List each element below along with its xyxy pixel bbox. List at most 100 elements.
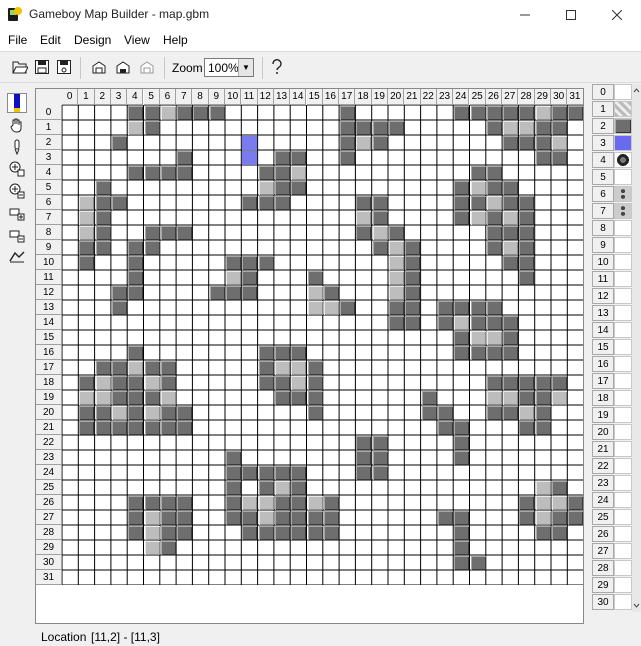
map-tile[interactable] <box>486 316 502 330</box>
map-tile[interactable] <box>291 346 307 360</box>
map-tile[interactable] <box>340 136 356 150</box>
map-tile[interactable] <box>535 391 551 405</box>
map-tile[interactable] <box>291 466 307 480</box>
map-tile[interactable] <box>177 421 193 435</box>
delete-row-icon[interactable] <box>7 225 27 245</box>
map-tile[interactable] <box>519 406 535 420</box>
map-tile[interactable] <box>535 121 551 135</box>
map-grid[interactable] <box>62 105 583 585</box>
map-tile[interactable] <box>503 316 519 330</box>
map-canvas[interactable]: 0 1 2 3 4 5 6 7 8 9 10 11 12 13 14 15 16 17 18 19 20 21 22 23 24… <box>35 88 584 624</box>
map-tile[interactable] <box>258 466 274 480</box>
map-tile[interactable] <box>552 376 567 390</box>
map-tile[interactable] <box>519 256 535 270</box>
map-tile[interactable] <box>144 376 160 390</box>
map-tile[interactable] <box>177 226 193 240</box>
map-tile[interactable] <box>356 451 372 465</box>
map-tile[interactable] <box>519 391 535 405</box>
palette-row[interactable]: 20 <box>592 424 632 440</box>
map-tile[interactable] <box>323 301 339 315</box>
map-tile[interactable] <box>111 301 127 315</box>
map-tile[interactable] <box>421 406 437 420</box>
map-tile[interactable] <box>552 526 567 540</box>
map-tile[interactable] <box>307 376 323 390</box>
paste-tile-icon[interactable] <box>90 58 108 76</box>
map-tile[interactable] <box>258 376 274 390</box>
map-tile[interactable] <box>454 181 470 195</box>
map-tile[interactable] <box>519 106 535 120</box>
palette-tile-empty[interactable] <box>614 288 632 304</box>
map-tile[interactable] <box>519 496 535 510</box>
map-tile[interactable] <box>128 391 144 405</box>
map-tile[interactable] <box>160 106 176 120</box>
map-tile[interactable] <box>356 211 372 225</box>
map-tile[interactable] <box>372 196 388 210</box>
map-tile[interactable] <box>274 151 290 165</box>
map-tile[interactable] <box>160 541 176 555</box>
map-tile[interactable] <box>519 421 535 435</box>
map-tile[interactable] <box>470 196 486 210</box>
map-tile[interactable] <box>307 406 323 420</box>
palette-row[interactable]: 24 <box>592 492 632 508</box>
map-tile[interactable] <box>356 136 372 150</box>
palette-row[interactable]: 28 <box>592 560 632 576</box>
map-tile[interactable] <box>144 361 160 375</box>
map-tile[interactable] <box>535 511 551 525</box>
map-tile[interactable] <box>486 181 502 195</box>
map-tile[interactable] <box>454 211 470 225</box>
map-tile[interactable] <box>470 331 486 345</box>
map-tile[interactable] <box>535 376 551 390</box>
palette-row[interactable]: 21 <box>592 441 632 457</box>
map-tile[interactable] <box>79 211 95 225</box>
map-tile[interactable] <box>437 421 453 435</box>
help-icon[interactable] <box>268 58 286 76</box>
map-tile[interactable] <box>111 196 127 210</box>
minimize-icon[interactable] <box>502 0 548 30</box>
map-tile[interactable] <box>552 106 567 120</box>
map-tile[interactable] <box>144 106 160 120</box>
map-tile[interactable] <box>372 241 388 255</box>
palette-row[interactable]: 0 <box>592 84 632 100</box>
map-tile[interactable] <box>160 421 176 435</box>
map-tile[interactable] <box>144 511 160 525</box>
map-tile[interactable] <box>128 271 144 285</box>
map-tile[interactable] <box>226 451 241 465</box>
map-tile[interactable] <box>128 526 144 540</box>
map-tile[interactable] <box>160 526 176 540</box>
save-as-icon[interactable] <box>55 58 73 76</box>
map-tile[interactable] <box>274 376 290 390</box>
map-tile[interactable] <box>291 481 307 495</box>
map-tile[interactable] <box>470 106 486 120</box>
map-tile[interactable] <box>454 106 470 120</box>
map-tile[interactable] <box>111 406 127 420</box>
map-tile[interactable] <box>160 361 176 375</box>
menu-help[interactable]: Help <box>163 33 188 47</box>
map-tile[interactable] <box>323 496 339 510</box>
map-tile[interactable] <box>274 511 290 525</box>
map-tile[interactable] <box>291 391 307 405</box>
map-tile[interactable] <box>291 151 307 165</box>
map-tile[interactable] <box>128 496 144 510</box>
map-tile[interactable] <box>274 346 290 360</box>
palette-row[interactable]: 25 <box>592 509 632 525</box>
map-tile[interactable] <box>307 511 323 525</box>
map-tile[interactable] <box>177 106 193 120</box>
map-tile[interactable] <box>437 301 453 315</box>
map-tile[interactable] <box>535 496 551 510</box>
map-tile[interactable] <box>437 316 453 330</box>
map-tile[interactable] <box>160 226 176 240</box>
map-tile[interactable] <box>454 421 470 435</box>
map-tile[interactable] <box>258 526 274 540</box>
map-tile[interactable] <box>356 121 372 135</box>
map-tile[interactable] <box>519 136 535 150</box>
maximize-icon[interactable] <box>548 0 594 30</box>
map-tile[interactable] <box>486 331 502 345</box>
map-tile[interactable] <box>258 496 274 510</box>
map-tile[interactable] <box>307 526 323 540</box>
palette-row[interactable]: 2 <box>592 118 632 134</box>
palette-tile-empty[interactable] <box>614 441 632 457</box>
map-tile[interactable] <box>454 346 470 360</box>
palette-row[interactable]: 12 <box>592 288 632 304</box>
map-tile[interactable] <box>470 346 486 360</box>
map-tile[interactable] <box>552 136 567 150</box>
